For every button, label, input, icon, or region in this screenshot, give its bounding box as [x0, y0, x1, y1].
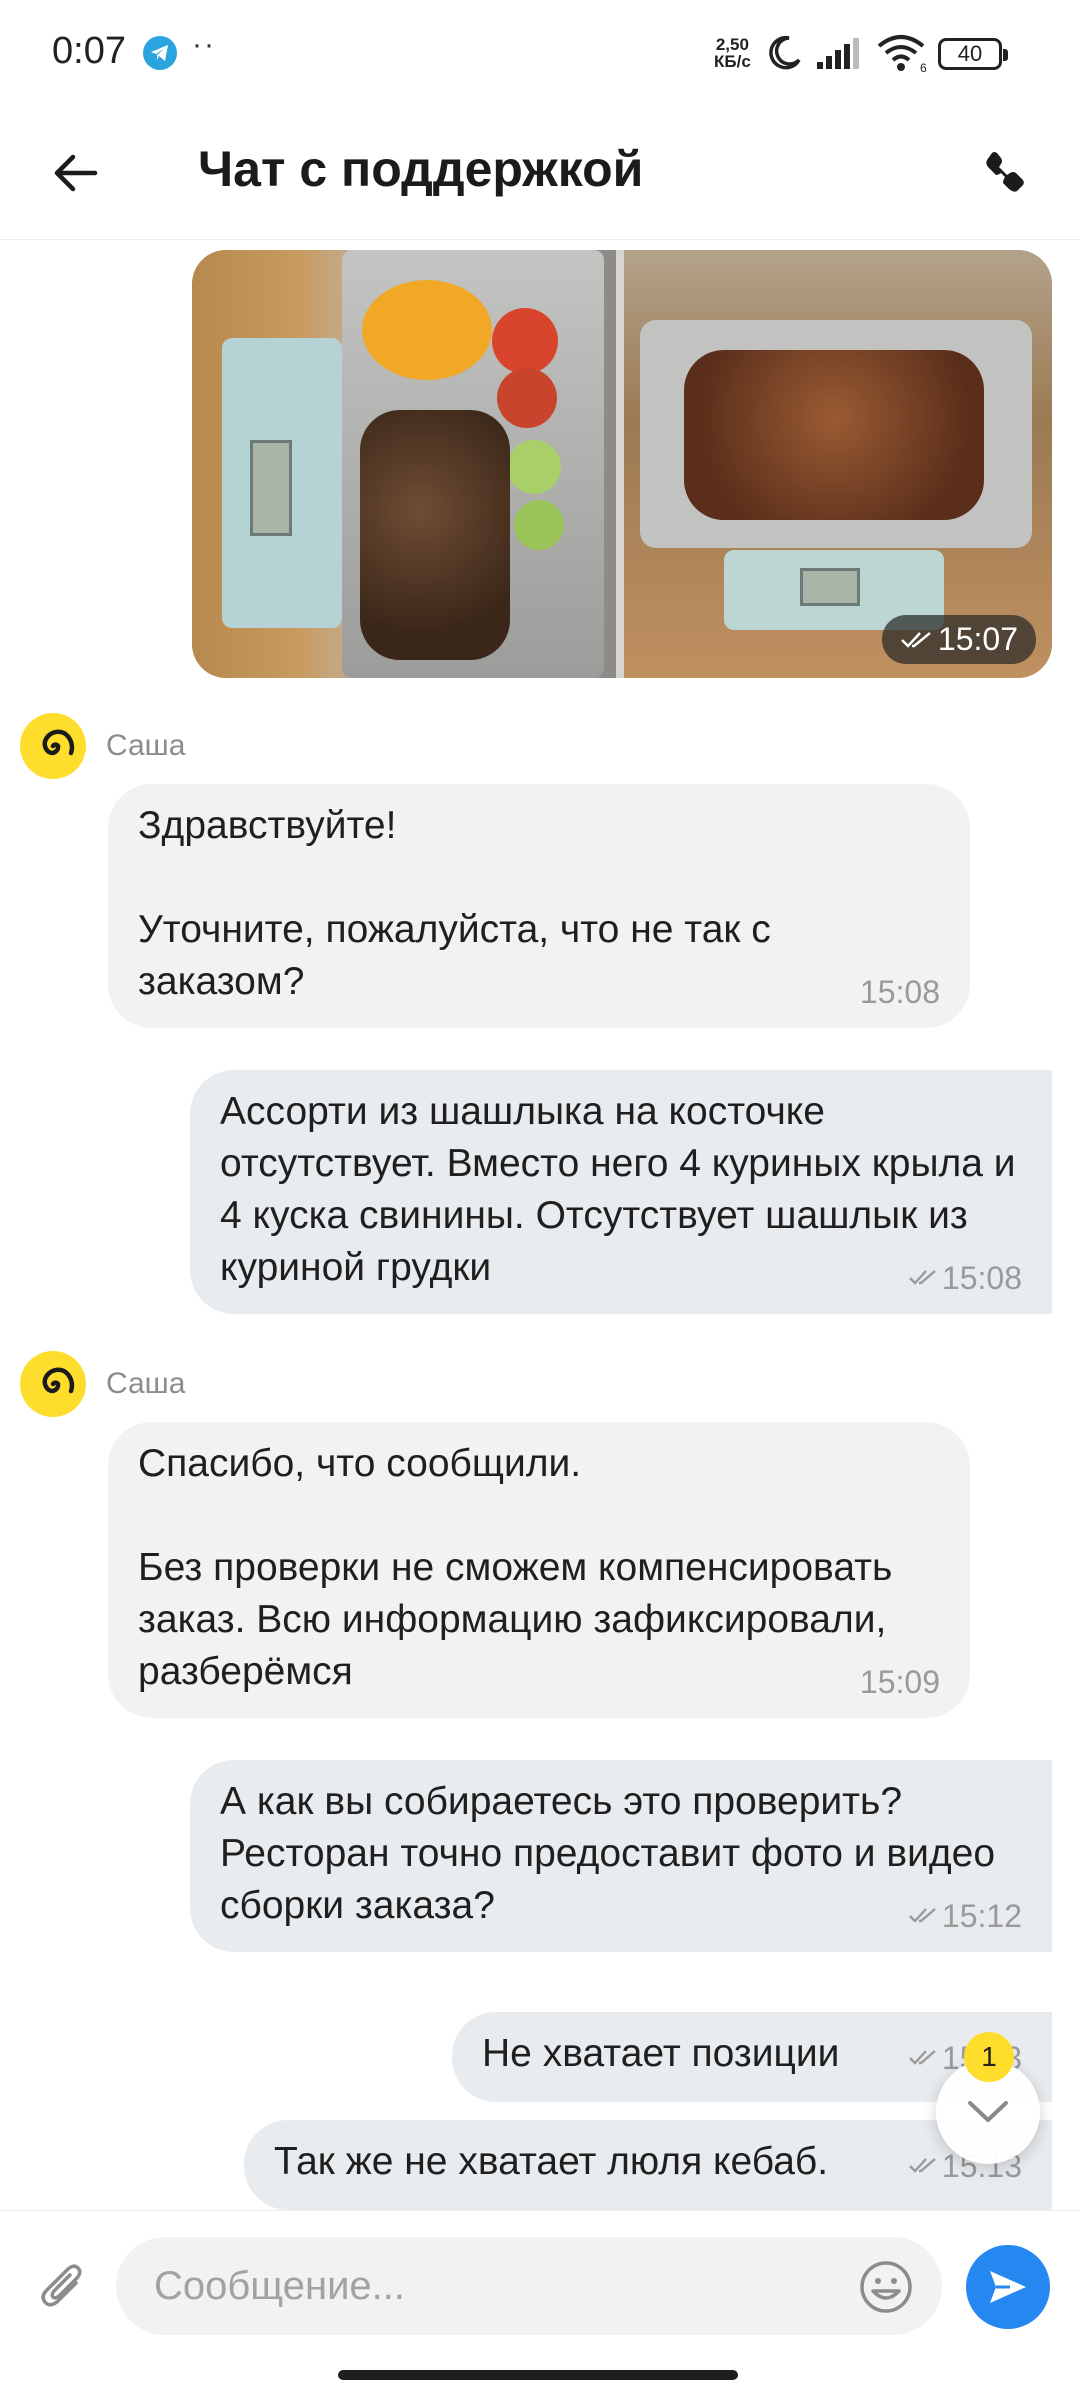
scale-display	[800, 568, 860, 606]
send-arrow-icon	[990, 2271, 1026, 2303]
double-check-icon	[909, 2050, 936, 2065]
message-time-value: 15:08	[859, 974, 940, 1010]
chevron-down-icon	[968, 2101, 1008, 2122]
network-speed-unit: КБ/с	[714, 52, 751, 71]
battery-icon: 40	[938, 38, 1008, 70]
message-text: Не хватает позиции	[482, 2032, 840, 2075]
wifi-icon: 6	[876, 34, 930, 79]
avatar	[20, 1351, 86, 1417]
send-button[interactable]	[966, 2245, 1050, 2329]
call-button[interactable]	[968, 136, 1038, 206]
message-text: Так же не хватает люля кебаб.	[274, 2140, 829, 2183]
message-text: Спасибо, что сообщили. Без проверки не с…	[138, 1442, 893, 1693]
phone-icon	[986, 152, 1024, 192]
message-bubble-outgoing[interactable]: Ассорти из шашлыка на косточке отсутству…	[190, 1070, 1052, 1314]
do-not-disturb-icon	[765, 34, 803, 77]
message-list[interactable]: 15:07 Саша Здравствуйте! Уточните, пожал…	[0, 240, 1080, 2210]
message-text: А как вы собираетесь это проверить? Рест…	[220, 1780, 996, 1927]
message-text: Ассорти из шашлыка на косточке отсутству…	[220, 1090, 1016, 1289]
sender-row: Саша	[20, 712, 185, 780]
sender-name: Саша	[106, 1367, 186, 1400]
tomato	[497, 368, 557, 428]
double-check-icon	[901, 631, 931, 648]
status-time: 0:07	[52, 30, 126, 72]
photo-vegetables[interactable]	[192, 250, 616, 678]
unread-count-badge: 1	[964, 2032, 1014, 2082]
mushrooms	[360, 410, 510, 660]
message-input[interactable]	[116, 2237, 942, 2335]
paperclip-icon	[41, 2264, 82, 2307]
smiley-icon	[860, 2261, 912, 2313]
sender-row: Саша	[20, 1350, 185, 1418]
message-bubble-incoming[interactable]: Здравствуйте! Уточните, пожалуйста, что …	[108, 784, 970, 1028]
zucchini	[507, 440, 561, 494]
double-check-icon	[909, 1908, 936, 1923]
network-speed: 2,50 КБ/с	[714, 36, 751, 70]
message-time: 15:08	[908, 1262, 1022, 1294]
message-bubble-outgoing[interactable]: А как вы собираетесь это проверить? Рест…	[190, 1760, 1052, 1952]
message-bubble-outgoing[interactable]: Так же не хватает люля кебаб. 15:13	[244, 2120, 1052, 2210]
double-check-icon	[909, 2158, 936, 2173]
attach-button[interactable]	[30, 2253, 96, 2319]
chat-header: Чат с поддержкой	[0, 108, 1080, 240]
arrow-left-icon	[54, 154, 98, 192]
wifi-level: 6	[920, 61, 927, 74]
photo-time-badge: 15:07	[881, 615, 1036, 664]
message-bubble-incoming[interactable]: Спасибо, что сообщили. Без проверки не с…	[108, 1422, 970, 1718]
pepper	[362, 280, 492, 380]
tomato	[492, 308, 558, 374]
message-time-value: 15:08	[941, 1260, 1022, 1296]
back-button[interactable]	[40, 138, 110, 208]
status-bar: 0:07 ·· 2,50 КБ/с 6 40	[0, 0, 1080, 108]
grilled-meat	[684, 350, 984, 520]
double-check-icon	[909, 1270, 936, 1285]
emoji-button[interactable]	[856, 2257, 916, 2317]
zucchini	[514, 500, 564, 550]
spiral-logo-icon	[42, 729, 75, 756]
avatar	[20, 713, 86, 779]
photo-message[interactable]: 15:07	[192, 250, 1052, 678]
spiral-logo-icon	[42, 1367, 75, 1394]
notification-dots: ··	[192, 28, 216, 61]
scale-display	[250, 440, 292, 536]
message-time: 15:08	[860, 976, 940, 1008]
message-time: 15:09	[860, 1666, 940, 1698]
home-indicator[interactable]	[338, 2370, 738, 2380]
telegram-icon	[143, 36, 177, 70]
message-text: Здравствуйте! Уточните, пожалуйста, что …	[138, 804, 771, 1003]
message-time: 15:12	[908, 1900, 1022, 1932]
page-title: Чат с поддержкой	[198, 141, 644, 197]
message-composer	[0, 2210, 1080, 2360]
sender-name: Саша	[106, 729, 186, 762]
message-time-value: 15:09	[859, 1664, 940, 1700]
photo-time: 15:07	[937, 621, 1018, 657]
signal-icon	[815, 36, 863, 75]
message-time-value: 15:12	[941, 1898, 1022, 1934]
photo-meat[interactable]	[624, 250, 1052, 678]
